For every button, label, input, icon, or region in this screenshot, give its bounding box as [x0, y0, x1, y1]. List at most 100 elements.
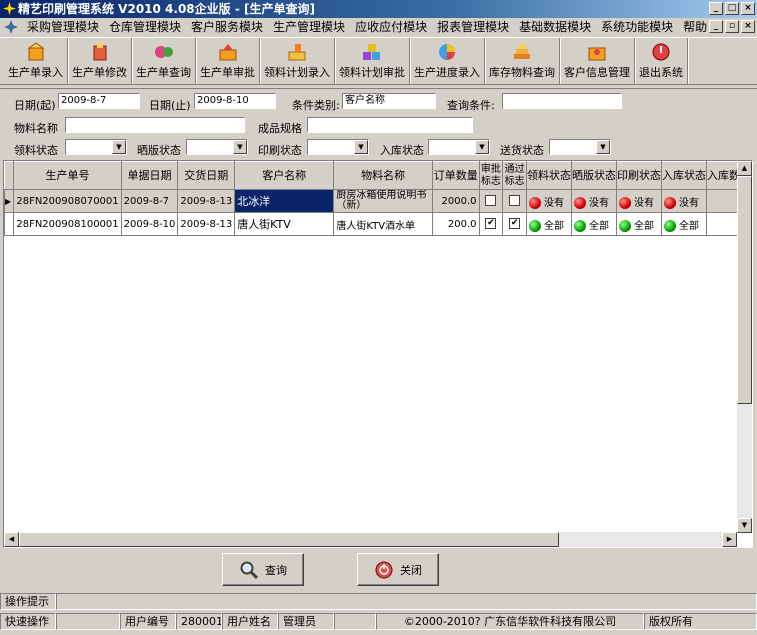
toolbar-progress-entry[interactable]: 生产进度录入 [410, 38, 485, 84]
maximize-button[interactable]: □ [725, 2, 739, 15]
filter-panel: 日期(起) 2009-8-7 日期(止) 2009-8-10 条件类别: 客户名… [0, 88, 757, 160]
toolbar-stock-query[interactable]: 库存物料查询 [485, 38, 560, 84]
horizontal-scroll-thumb[interactable] [19, 532, 559, 547]
toolbar-pick-plan-entry[interactable]: 领料计划录入 [260, 38, 335, 84]
cell-customer[interactable]: 唐人街KTV [234, 212, 335, 236]
cell-pick-status[interactable]: 没有 [525, 189, 572, 213]
scroll-left-icon[interactable]: ◀ [4, 532, 19, 547]
cell-material[interactable]: 唐人街KTV酒水单 [333, 212, 433, 236]
close-window-button[interactable]: × [741, 2, 755, 15]
cell-print-status[interactable]: 全部 [615, 212, 662, 236]
menu-reports[interactable]: 报表管理模块 [432, 18, 514, 36]
material-input[interactable] [65, 117, 245, 133]
col-header-plate-status[interactable]: 晒版状态 [570, 161, 617, 190]
cell-delivery-date[interactable]: 2009-8-13 [177, 189, 236, 213]
query-cond-input[interactable] [502, 93, 622, 109]
cell-instock-status[interactable]: 全部 [660, 212, 707, 236]
cell-material[interactable]: 厨房冰箱使用说明书（新） [333, 189, 433, 213]
cond-type-input[interactable]: 客户名称 [342, 93, 436, 109]
window-title: 精艺印刷管理系统 V2010 4.08企业版 - [生产单查询] [18, 2, 315, 16]
col-header-customer[interactable]: 客户名称 [234, 161, 335, 190]
table-row[interactable]: 28FN200908100001 2009-8-10 2009-8-13 唐人街… [4, 212, 752, 236]
cell-pick-status[interactable]: 全部 [525, 212, 572, 236]
toolbar-order-entry[interactable]: 生产单录入 [4, 38, 68, 84]
col-header-material[interactable]: 物料名称 [333, 161, 433, 190]
power-icon [375, 561, 393, 578]
cell-plate-status[interactable]: 全部 [570, 212, 617, 236]
red-status-icon [573, 196, 586, 209]
menu-receivable-payable[interactable]: 应收应付模块 [350, 18, 432, 36]
child-close-button[interactable]: × [741, 20, 755, 33]
quick-ops-field[interactable] [56, 613, 120, 630]
toolbar-exit[interactable]: 退出系统 [635, 38, 688, 84]
production-order-grid[interactable]: 生产单号 单据日期 交货日期 客户名称 物料名称 订单数量 审批标志 通过标志 … [3, 160, 753, 548]
menu-customer-service[interactable]: 客户服务模块 [186, 18, 268, 36]
cell-order-no[interactable]: 28FN200908070001 [13, 189, 122, 213]
cell-pass[interactable]: ✔ [502, 212, 527, 236]
child-minimize-button[interactable]: _ [709, 20, 723, 33]
close-button[interactable]: 关闭 [357, 553, 439, 586]
col-header-qty[interactable]: 订单数量 [431, 161, 480, 190]
cell-approve[interactable] [478, 189, 504, 213]
cell-doc-date[interactable]: 2009-8-7 [120, 189, 179, 213]
plate-status-label: 晒版状态 [137, 144, 181, 157]
material-label: 物料名称 [14, 122, 58, 135]
minimize-button[interactable]: _ [709, 2, 723, 15]
pick-status-select[interactable]: ▼ [65, 139, 127, 155]
cell-instock-status[interactable]: 没有 [660, 189, 707, 213]
table-row[interactable]: ▶ 28FN200908070001 2009-8-7 2009-8-13 北冰… [4, 189, 752, 213]
approve-checkbox[interactable] [485, 195, 497, 207]
toolbar-customer-info[interactable]: 客户信息管理 [560, 38, 635, 84]
pass-checkbox[interactable] [509, 195, 521, 207]
print-status-select[interactable]: ▼ [307, 139, 369, 155]
scroll-down-icon[interactable]: ▼ [737, 518, 752, 533]
cell-pass[interactable] [502, 189, 527, 213]
col-header-order-no[interactable]: 生产单号 [13, 161, 122, 190]
menu-system[interactable]: 系统功能模块 [596, 18, 678, 36]
col-header-print-status[interactable]: 印刷状态 [615, 161, 662, 190]
toolbar-pick-plan-approve[interactable]: 领料计划审批 [335, 38, 410, 84]
menu-warehouse[interactable]: 仓库管理模块 [104, 18, 186, 36]
col-header-doc-date[interactable]: 单据日期 [120, 161, 179, 190]
cell-qty[interactable]: 200.0 [431, 212, 480, 236]
scroll-up-icon[interactable]: ▲ [737, 161, 752, 176]
cell-order-no[interactable]: 28FN200908100001 [13, 212, 122, 236]
user-no-value: 280001 [176, 613, 222, 630]
col-header-approve[interactable]: 审批标志 [478, 161, 504, 190]
child-restore-button[interactable]: ▫ [725, 20, 739, 33]
menu-help[interactable]: 帮助 [678, 18, 712, 36]
red-status-icon [618, 196, 631, 209]
cell-delivery-date[interactable]: 2009-8-13 [177, 212, 236, 236]
green-status-icon [663, 219, 676, 232]
menu-purchase[interactable]: 采购管理模块 [22, 18, 104, 36]
scroll-right-icon[interactable]: ▶ [722, 532, 737, 547]
date-to-input[interactable]: 2009-8-10 [194, 93, 276, 109]
horizontal-scrollbar[interactable]: ◀ ▶ [4, 532, 737, 547]
col-header-instock-status[interactable]: 入库状态 [660, 161, 707, 190]
menu-production[interactable]: 生产管理模块 [268, 18, 350, 36]
approve-checkbox[interactable]: ✔ [485, 218, 497, 230]
product-spec-input[interactable] [307, 117, 473, 133]
col-header-pick-status[interactable]: 领料状态 [525, 161, 572, 190]
cell-customer[interactable]: 北冰洋 [234, 189, 335, 213]
chevron-down-icon: ▼ [596, 140, 610, 154]
delivery-status-select[interactable]: ▼ [549, 139, 611, 155]
date-from-input[interactable]: 2009-8-7 [58, 93, 140, 109]
col-header-delivery-date[interactable]: 交货日期 [177, 161, 236, 190]
query-button[interactable]: 查询 [222, 553, 304, 586]
instock-status-select[interactable]: ▼ [428, 139, 490, 155]
vertical-scroll-thumb[interactable] [737, 176, 752, 404]
plate-status-select[interactable]: ▼ [186, 139, 248, 155]
cell-approve[interactable]: ✔ [478, 212, 504, 236]
cell-plate-status[interactable]: 没有 [570, 189, 617, 213]
toolbar-order-edit[interactable]: 生产单修改 [68, 38, 132, 84]
toolbar-order-approve[interactable]: 生产单审批 [196, 38, 260, 84]
cell-doc-date[interactable]: 2009-8-10 [120, 212, 179, 236]
vertical-scrollbar[interactable]: ▲ ▼ [737, 161, 752, 533]
cell-print-status[interactable]: 没有 [615, 189, 662, 213]
pass-checkbox[interactable]: ✔ [509, 218, 521, 230]
menu-base-data[interactable]: 基础数据模块 [514, 18, 596, 36]
col-header-pass[interactable]: 通过标志 [502, 161, 527, 190]
cell-qty[interactable]: 2000.0 [431, 189, 480, 213]
toolbar-order-query[interactable]: 生产单查询 [132, 38, 196, 84]
